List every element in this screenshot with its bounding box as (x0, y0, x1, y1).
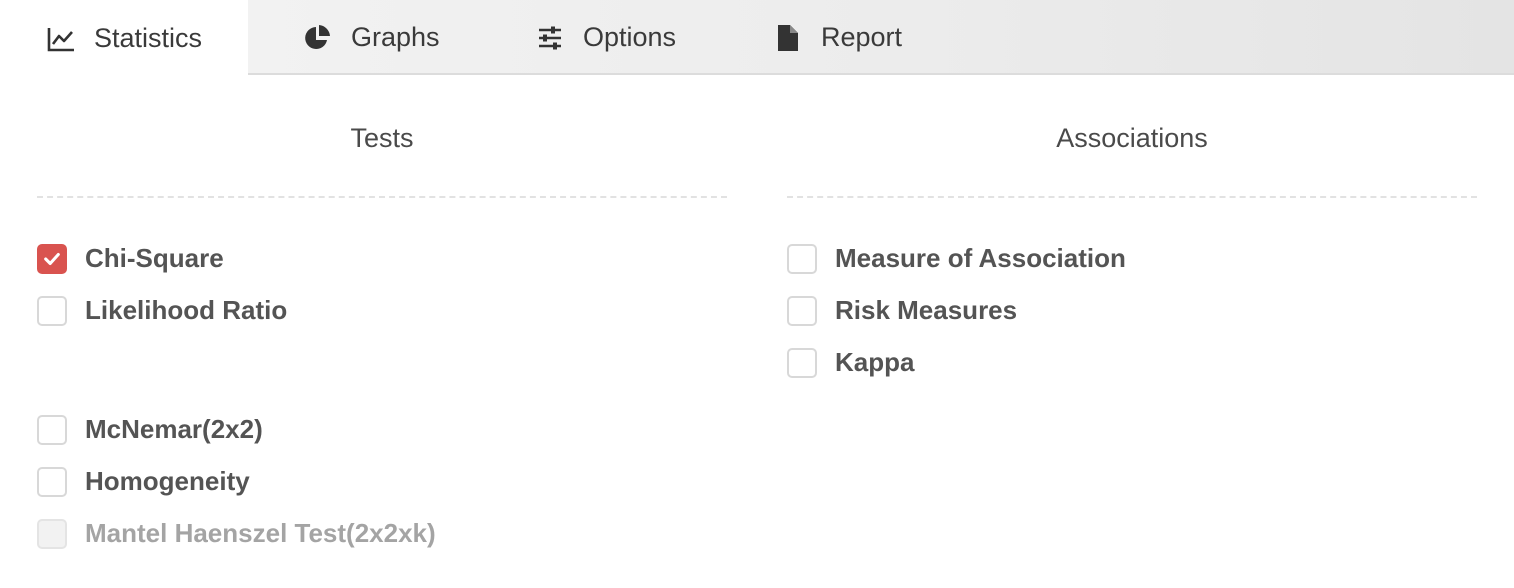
tab-bar: Statistics Graphs Options Report (0, 0, 1514, 77)
checkbox[interactable] (787, 243, 817, 274)
checkbox-label: McNemar(2x2) (85, 414, 263, 444)
tab-label: Statistics (94, 23, 203, 53)
checkbox[interactable] (787, 295, 817, 326)
risk-measures-checkbox[interactable]: Risk Measures (787, 295, 1017, 326)
checkbox-label: Mantel Haenszel Test(2x2xk) (85, 518, 436, 548)
pie-chart-icon (303, 23, 333, 53)
associations-heading: Associations (1056, 123, 1208, 153)
checkbox-label: Risk Measures (835, 295, 1018, 325)
tab-label: Report (821, 22, 903, 52)
checkbox-label: Likelihood Ratio (85, 295, 288, 325)
checkbox[interactable] (787, 347, 817, 378)
tab-report[interactable]: Report (773, 0, 902, 75)
checkbox[interactable] (37, 466, 67, 497)
tab-label: Options (583, 22, 677, 52)
checkbox[interactable] (37, 295, 67, 326)
checkmark-icon (44, 252, 60, 265)
checkbox-disabled (37, 518, 67, 549)
homogeneity-checkbox[interactable]: Homogeneity (37, 466, 250, 497)
likelihood-ratio-checkbox[interactable]: Likelihood Ratio (37, 295, 287, 326)
tests-divider (37, 196, 727, 198)
line-chart-icon (46, 24, 76, 54)
tab-options[interactable]: Options (535, 0, 676, 75)
checkbox-label: Measure of Association (835, 243, 1126, 273)
chi-square-checkbox[interactable]: Chi-Square (37, 243, 224, 274)
mantel-haenszel-checkbox: Mantel Haenszel Test(2x2xk) (37, 518, 436, 549)
associations-divider (787, 196, 1477, 198)
checkbox[interactable] (37, 414, 67, 445)
tab-graphs[interactable]: Graphs (303, 0, 440, 75)
mcnemar-checkbox[interactable]: McNemar(2x2) (37, 414, 263, 445)
tab-label: Graphs (351, 22, 440, 52)
kappa-checkbox[interactable]: Kappa (787, 347, 914, 378)
tests-heading: Tests (350, 123, 414, 153)
checkbox-label: Kappa (835, 347, 915, 377)
checkbox-label: Homogeneity (85, 466, 250, 496)
checkbox-checked[interactable] (37, 243, 67, 274)
checkbox-label: Chi-Square (85, 243, 224, 273)
measure-of-association-checkbox[interactable]: Measure of Association (787, 243, 1126, 274)
sliders-icon (535, 23, 565, 53)
file-icon (773, 23, 803, 53)
tab-statistics[interactable]: Statistics (0, 0, 248, 77)
